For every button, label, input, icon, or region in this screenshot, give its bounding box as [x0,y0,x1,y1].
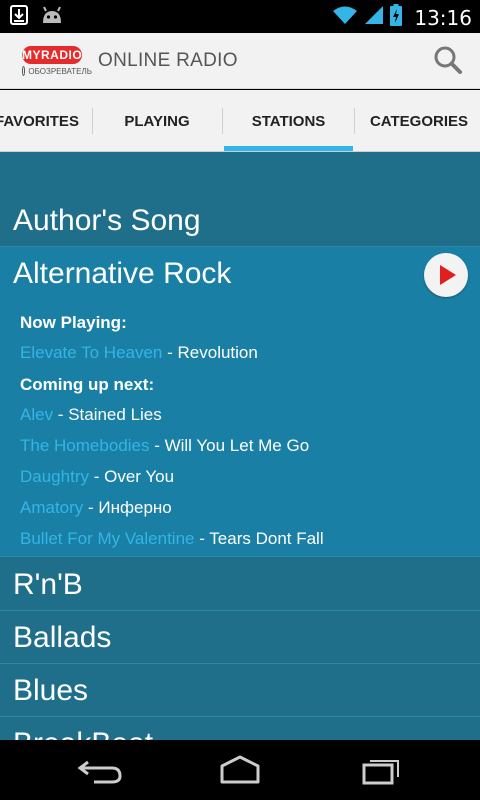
genre-item-authors-song[interactable]: Author's Song [0,194,480,247]
genre-label: Alternative Rock [13,257,232,290]
logo-mark-icon [22,66,26,76]
upcoming-track: Amatory - Инферно [20,498,172,517]
upcoming-track: Bullet For My Valentine - Tears Dont Fal… [20,529,324,548]
download-icon [10,5,28,30]
battery-charging-icon [390,4,403,31]
android-icon [40,5,64,30]
recent-apps-button[interactable] [356,752,408,788]
navigation-bar [0,740,480,800]
play-button[interactable] [424,253,468,297]
now-playing-track: Elevate To Heaven - Revolution [20,343,258,362]
logo-badge: MYRADIO [22,46,83,64]
signal-icon [364,5,384,30]
tab-playing[interactable]: PLAYING [92,90,222,151]
home-button[interactable] [214,752,266,788]
back-icon [77,760,122,784]
now-playing-label: Now Playing: [20,313,127,332]
tab-favorites[interactable]: FAVORITES [0,90,92,151]
tab-categories[interactable]: CATEGORIES [354,90,480,151]
genre-item-breakbeat[interactable]: BreakBeat [0,717,480,740]
genre-item-blues[interactable]: Blues [0,664,480,717]
status-bar: 13:16 [0,0,480,33]
recent-apps-icon [362,760,399,785]
tab-stations[interactable]: STATIONS [224,90,353,151]
search-icon [434,46,462,74]
logo-subtitle: ОБОЗРЕВАТЕЛЬ [28,66,92,76]
upcoming-track: Alev - Stained Lies [20,405,162,424]
genre-label: Blues [13,674,89,707]
tab-bar: FAVORITES PLAYING STATIONS CATEGORIES [0,90,480,152]
home-icon [220,755,260,784]
genre-label: R'n'B [13,568,83,601]
coming-up-label: Coming up next: [20,375,155,394]
search-button[interactable] [430,43,466,79]
genre-label: Author's Song [13,204,201,237]
play-icon [440,265,456,285]
upcoming-track: Daughtry - Over You [20,467,175,486]
stations-list[interactable]: Author's Song Alternative Rock Now Playi… [0,152,480,740]
tab-divider [222,108,223,134]
action-bar: MYRADIO ОБОЗРЕВАТЕЛЬ ONLINE RADIO [0,33,480,89]
genre-item-ballads[interactable]: Ballads [0,611,480,664]
genre-item-rnb[interactable]: R'n'B [0,558,480,611]
app-logo[interactable]: MYRADIO ОБОЗРЕВАТЕЛЬ [20,43,92,79]
clock: 13:16 [414,5,472,30]
wifi-icon [332,5,358,30]
back-button[interactable] [74,752,126,788]
genre-item-alternative-rock[interactable]: Alternative Rock Now Playing: Elevate To… [0,247,480,557]
app-title: ONLINE RADIO [98,50,238,71]
upcoming-track: The Homebodies - Will You Let Me Go [20,436,310,455]
genre-label: Ballads [13,621,112,654]
genre-label: BreakBeat [13,727,153,740]
